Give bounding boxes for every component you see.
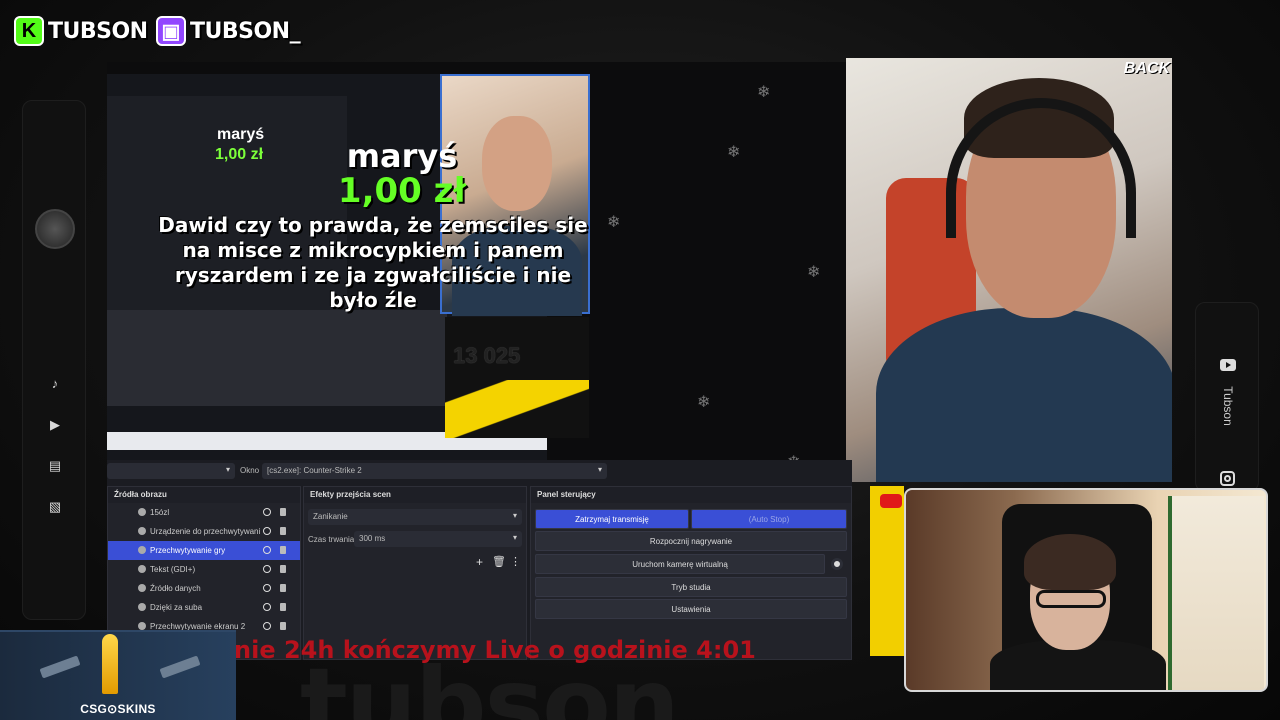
music-note-icon[interactable]: ♪: [45, 373, 65, 393]
studio-mode-button[interactable]: Tryb studia: [535, 577, 847, 597]
rifle-icon: [159, 655, 201, 679]
twitch-logo-icon: ▣: [156, 16, 186, 46]
alert-donor-name: maryś: [346, 137, 458, 175]
nested-obs-dock: [107, 310, 447, 406]
transitions-panel-title: Efekty przejścia scen: [304, 487, 526, 503]
window-label: Okno: [240, 466, 260, 475]
sponsor-banner[interactable]: CSG⊙SKINS: [0, 630, 236, 720]
source-item[interactable]: Urządzenie do przechwytywani: [108, 522, 300, 541]
streamer-webcam: BACK: [846, 58, 1172, 482]
virtual-camera-button[interactable]: Uruchom kamerę wirtualną: [535, 554, 825, 574]
twitch-handle: TUBSON_: [190, 18, 301, 44]
sub-counter-value: 13 025: [453, 343, 521, 368]
snowflake-icon: ❄: [807, 264, 821, 281]
channel-label: Tubson: [1221, 386, 1235, 426]
controls-panel: Panel sterujący Zatrzymaj transmisję (Au…: [530, 486, 852, 660]
guest-facecam: [904, 488, 1268, 692]
alert-message: Dawid czy to prawda, że zemsciles sie na…: [158, 213, 588, 312]
donation-alert: maryś 1,00 zł Dawid czy to prawda, że ze…: [158, 137, 587, 312]
christmas-decor: [1168, 496, 1264, 690]
instagram-icon[interactable]: [1220, 471, 1235, 486]
eye-icon[interactable]: [263, 527, 271, 535]
transitions-panel: Efekty przejścia scen Zanikanie Czas trw…: [303, 486, 527, 660]
auto-stop-button[interactable]: (Auto Stop): [691, 509, 847, 529]
ticker-text: nie 24h kończymy Live o godzinie 4:01: [234, 636, 756, 664]
source-dropdown[interactable]: [107, 463, 235, 479]
eye-icon[interactable]: [263, 584, 271, 592]
clock-icon: [138, 508, 146, 516]
more-icon[interactable]: ⋮: [510, 555, 521, 568]
lock-icon[interactable]: [280, 622, 286, 630]
lock-icon[interactable]: [280, 527, 286, 535]
kick-tag[interactable]: K TUBSON: [14, 14, 148, 48]
duration-input[interactable]: 300 ms: [354, 531, 522, 547]
source-item[interactable]: Źródło danych: [108, 579, 300, 598]
lock-icon[interactable]: [280, 603, 286, 611]
play-icon[interactable]: ▶: [45, 415, 65, 435]
source-item[interactable]: 15ózl: [108, 503, 300, 522]
image-icon[interactable]: ▧: [45, 497, 65, 517]
text-icon: [138, 565, 146, 573]
stream-overlay: K TUBSON ▣ TUBSON_ ♪ ▶ ▤ ▧ maryś 1,00 zł…: [0, 0, 1280, 720]
webcam-corner-text: BACK: [1123, 60, 1170, 77]
right-sidebar: Tubson: [1195, 302, 1259, 492]
add-icon[interactable]: +: [476, 555, 483, 569]
play-icon: [138, 584, 146, 592]
lock-icon[interactable]: [280, 546, 286, 554]
controls-panel-title: Panel sterujący: [531, 487, 851, 503]
start-recording-button[interactable]: Rozpocznij nagrywanie: [535, 531, 847, 551]
clapperboard-icon[interactable]: ▤: [45, 456, 65, 476]
twitch-tag[interactable]: ▣ TUBSON_: [156, 14, 301, 48]
lock-icon[interactable]: [280, 584, 286, 592]
rifle-icon: [39, 655, 81, 679]
source-item[interactable]: Przechwytywanie gry: [108, 541, 300, 560]
source-item[interactable]: Tekst (GDI+): [108, 560, 300, 579]
browser-icon: [138, 603, 146, 611]
youtube-icon: [880, 494, 902, 508]
monitor-icon: [138, 622, 146, 630]
settings-button[interactable]: Ustawienia: [535, 599, 847, 619]
sub-counter: 13 025: [445, 317, 589, 389]
transition-select[interactable]: Zanikanie: [308, 509, 522, 525]
snowflake-icon: ❄: [757, 84, 771, 101]
snowflake-icon: ❄: [697, 394, 711, 411]
yellow-graphic: [445, 380, 589, 438]
source-toolbar: Okno [cs2.exe]: Counter-Strike 2: [107, 460, 852, 482]
youtube-banner: [870, 486, 904, 656]
knife-icon: [102, 634, 118, 694]
kick-handle: TUBSON: [48, 18, 148, 44]
gear-icon[interactable]: [831, 558, 843, 570]
stop-stream-button[interactable]: Zatrzymaj transmisję: [535, 509, 689, 529]
rank-badge-icon: [35, 209, 75, 249]
mini-alert-amount: 1,00 zł: [215, 146, 264, 163]
trash-icon[interactable]: 🗑: [492, 555, 506, 568]
sources-panel-title: Źródła obrazu: [108, 487, 300, 503]
left-sidebar: ♪ ▶ ▤ ▧: [22, 100, 86, 620]
eye-icon[interactable]: [263, 546, 271, 554]
lock-icon[interactable]: [280, 508, 286, 516]
kick-logo-icon: K: [14, 16, 44, 46]
alert-amount: 1,00 zł: [337, 171, 467, 211]
snowflake-icon: ❄: [607, 214, 621, 231]
camera-icon: [138, 527, 146, 535]
game-capture: maryś 1,00 zł 13 025 maryś 1,00 zł Dawid…: [107, 62, 847, 502]
duration-label: Czas trwania: [308, 535, 355, 544]
gamepad-icon: [138, 546, 146, 554]
snowflake-icon: ❄: [727, 144, 741, 161]
eye-icon[interactable]: [263, 622, 271, 630]
eye-icon[interactable]: [263, 603, 271, 611]
glasses-icon: [1036, 590, 1106, 608]
source-item[interactable]: Dzięki za suba: [108, 598, 300, 617]
sponsor-label: CSG⊙SKINS: [80, 702, 156, 716]
eye-icon[interactable]: [263, 565, 271, 573]
eye-icon[interactable]: [263, 508, 271, 516]
lock-icon[interactable]: [280, 565, 286, 573]
brand-watermark: tubson: [300, 646, 680, 720]
window-dropdown[interactable]: [cs2.exe]: Counter-Strike 2: [262, 463, 607, 479]
youtube-icon[interactable]: [1220, 359, 1236, 371]
